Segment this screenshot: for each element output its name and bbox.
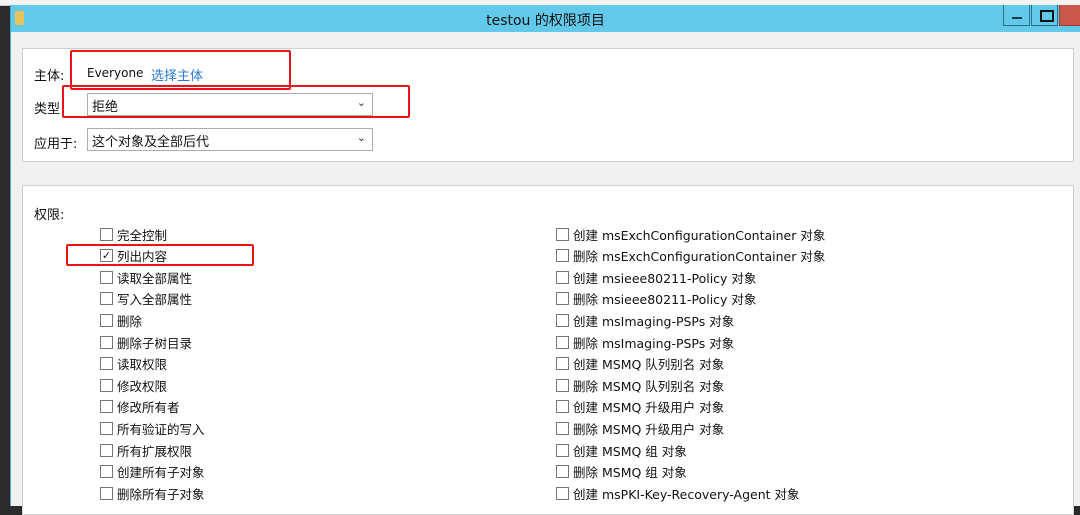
permission-item[interactable]: 删除 msImaging-PSPs 对象 [556, 332, 734, 352]
close-button[interactable] [1059, 5, 1080, 26]
permission-item[interactable]: 写入全部属性 [100, 289, 192, 309]
permissions-panel: 权限: 完全控制 ✓ 列出内容 读取全部属性 写入全部属性 删除 删除子树目录 读取权限 修改权… [22, 185, 1074, 515]
permission-item[interactable]: 创建 MSMQ 组 对象 [556, 440, 687, 460]
maximize-button[interactable] [1031, 5, 1058, 26]
checkbox[interactable] [100, 292, 113, 306]
checkbox[interactable] [556, 335, 569, 349]
permission-label: 删除 MSMQ 升级用户 对象 [573, 421, 725, 437]
permission-label: 创建 msieee80211-Policy 对象 [573, 270, 757, 286]
permission-label: 创建 msExchConfigurationContainer 对象 [573, 227, 826, 243]
checkbox[interactable] [556, 227, 569, 241]
type-label: 类型 [34, 102, 61, 117]
permission-item[interactable]: 创建 MSMQ 队列别名 对象 [556, 354, 724, 374]
checkbox[interactable] [100, 486, 113, 500]
highlight-list-contents [66, 244, 254, 266]
permission-label: 读取全部属性 [117, 270, 193, 286]
permission-label: 删除 MSMQ 队列别名 对象 [573, 378, 725, 394]
permission-item[interactable]: 修改权限 [100, 375, 167, 395]
checkbox[interactable] [556, 400, 569, 414]
applies-to-value: 这个对象及全部后代 [92, 135, 210, 150]
checkbox[interactable] [100, 400, 113, 414]
checkbox[interactable] [100, 378, 113, 392]
permission-label: 所有扩展权限 [117, 443, 193, 459]
checkbox[interactable] [100, 335, 113, 349]
checkbox[interactable] [100, 313, 113, 327]
permission-label: 完全控制 [117, 227, 168, 243]
permission-label: 删除 MSMQ 组 对象 [573, 465, 687, 481]
permission-label: 创建 MSMQ 队列别名 对象 [573, 357, 725, 373]
chevron-down-icon: ⌄ [356, 131, 366, 144]
permission-item[interactable]: 完全控制 [100, 224, 167, 244]
permission-item[interactable]: 删除 MSMQ 队列别名 对象 [556, 375, 724, 395]
window-title: testou 的权限项目 [486, 13, 605, 29]
checkbox[interactable] [100, 465, 113, 479]
permission-item[interactable]: 创建所有子对象 [100, 462, 205, 482]
permission-item[interactable]: 创建 msPKI-Key-Recovery-Agent 对象 [556, 483, 800, 503]
permission-label: 创建所有子对象 [117, 465, 205, 481]
checkbox[interactable] [100, 227, 113, 241]
permission-label: 创建 msImaging-PSPs 对象 [573, 313, 735, 329]
permission-label: 删除所有子对象 [117, 486, 205, 502]
checkbox[interactable] [556, 357, 569, 371]
checkbox[interactable] [556, 378, 569, 392]
permission-label: 删除 msImaging-PSPs 对象 [573, 335, 735, 351]
permission-label: 创建 MSMQ 升级用户 对象 [573, 400, 725, 416]
permission-label: 删除子树目录 [117, 335, 193, 351]
permission-item[interactable]: 创建 msExchConfigurationContainer 对象 [556, 224, 825, 244]
highlight-principal [70, 50, 291, 90]
applies-to-label: 应用于: [34, 137, 78, 152]
permission-item[interactable]: 删除 MSMQ 升级用户 对象 [556, 418, 724, 438]
principal-label: 主体: [34, 69, 65, 84]
permission-item[interactable]: 删除 MSMQ 组 对象 [556, 462, 687, 482]
permission-label: 读取权限 [117, 357, 168, 373]
permission-label: 创建 MSMQ 组 对象 [573, 443, 687, 459]
permission-item[interactable]: 创建 msieee80211-Policy 对象 [556, 267, 756, 287]
permission-label: 删除 msExchConfigurationContainer 对象 [573, 249, 826, 265]
permission-item[interactable]: 所有扩展权限 [100, 440, 192, 460]
permission-label: 删除 [117, 313, 143, 329]
permission-item[interactable]: 修改所有者 [100, 397, 180, 417]
checkbox[interactable] [556, 486, 569, 500]
permission-label: 修改所有者 [117, 400, 180, 416]
permission-label: 创建 msPKI-Key-Recovery-Agent 对象 [573, 486, 800, 502]
checkbox[interactable] [100, 421, 113, 435]
checkbox[interactable] [556, 292, 569, 306]
applies-to-select[interactable]: 这个对象及全部后代 ⌄ [87, 128, 373, 151]
checkbox[interactable] [100, 357, 113, 371]
permission-item[interactable]: 所有验证的写入 [100, 418, 205, 438]
checkbox[interactable] [556, 270, 569, 284]
checkbox[interactable] [556, 443, 569, 457]
permission-item[interactable]: 删除子树目录 [100, 332, 192, 352]
permission-item[interactable]: 读取全部属性 [100, 267, 192, 287]
checkbox[interactable] [100, 443, 113, 457]
permission-item[interactable]: 创建 msImaging-PSPs 对象 [556, 310, 734, 330]
permission-label: 写入全部属性 [117, 292, 193, 308]
checkbox[interactable] [556, 465, 569, 479]
minimize-button[interactable] [1003, 5, 1030, 26]
permission-label: 所有验证的写入 [117, 421, 205, 437]
highlight-type [62, 85, 410, 118]
permission-item[interactable]: 读取权限 [100, 354, 167, 374]
permission-item[interactable]: 删除 [100, 310, 142, 330]
permission-item[interactable]: 创建 MSMQ 升级用户 对象 [556, 397, 724, 417]
permission-item[interactable]: 删除 msExchConfigurationContainer 对象 [556, 246, 825, 266]
checkbox[interactable] [100, 270, 113, 284]
title-bar: testou 的权限项目 [11, 5, 1080, 32]
permission-label: 修改权限 [117, 378, 168, 394]
permission-item[interactable]: 删除 msieee80211-Policy 对象 [556, 289, 756, 309]
permission-item[interactable]: 删除所有子对象 [100, 483, 205, 503]
checkbox[interactable] [556, 313, 569, 327]
checkbox[interactable] [556, 421, 569, 435]
permissions-label: 权限: [34, 208, 65, 223]
permission-label: 删除 msieee80211-Policy 对象 [573, 292, 757, 308]
checkbox[interactable] [556, 249, 569, 263]
